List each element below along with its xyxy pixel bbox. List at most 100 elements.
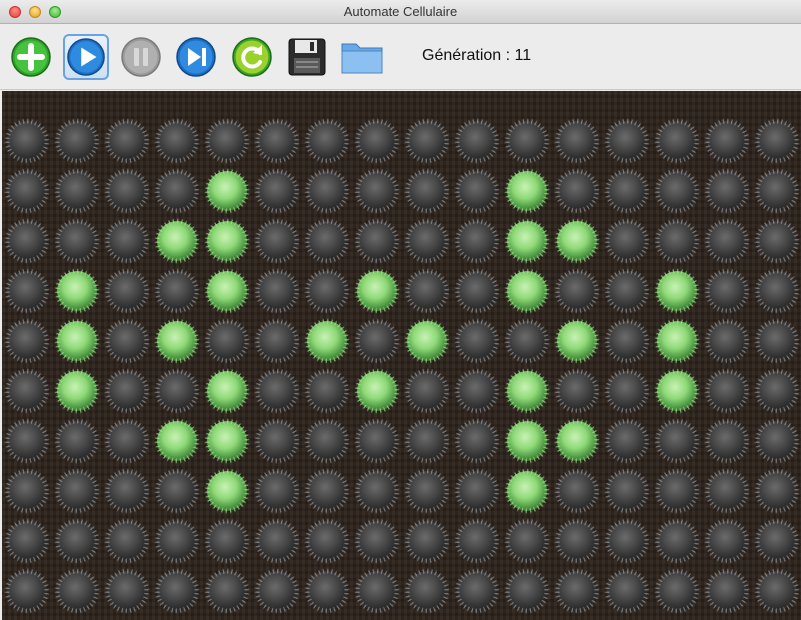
cell-dead[interactable] [7,371,47,411]
cell-dead[interactable] [407,521,447,561]
cell-dead[interactable] [607,271,647,311]
cell-dead[interactable] [557,471,597,511]
cell-dead[interactable] [107,371,147,411]
cell-dead[interactable] [557,121,597,161]
cell-alive[interactable] [507,371,547,411]
cell-dead[interactable] [757,221,797,261]
cell-alive[interactable] [657,271,697,311]
cell-dead[interactable] [607,521,647,561]
cell-dead[interactable] [707,371,747,411]
cell-dead[interactable] [307,121,347,161]
pause-button[interactable] [118,34,164,80]
cell-dead[interactable] [207,321,247,361]
cell-dead[interactable] [357,471,397,511]
cell-alive[interactable] [507,471,547,511]
cell-dead[interactable] [107,271,147,311]
cell-alive[interactable] [407,321,447,361]
cell-dead[interactable] [707,271,747,311]
cell-dead[interactable] [507,521,547,561]
cell-dead[interactable] [57,121,97,161]
cell-alive[interactable] [207,271,247,311]
cell-dead[interactable] [257,121,297,161]
cell-dead[interactable] [307,271,347,311]
cell-alive[interactable] [357,271,397,311]
cell-dead[interactable] [107,221,147,261]
cell-dead[interactable] [357,521,397,561]
cell-dead[interactable] [757,471,797,511]
cell-dead[interactable] [257,371,297,411]
step-button[interactable] [173,34,219,80]
cell-alive[interactable] [207,471,247,511]
cell-dead[interactable] [7,471,47,511]
cell-dead[interactable] [57,471,97,511]
cell-dead[interactable] [407,221,447,261]
cell-dead[interactable] [7,121,47,161]
cell-dead[interactable] [107,471,147,511]
cell-dead[interactable] [257,421,297,461]
cell-dead[interactable] [307,571,347,611]
cell-dead[interactable] [757,371,797,411]
cell-dead[interactable] [407,371,447,411]
cell-dead[interactable] [307,421,347,461]
cell-dead[interactable] [257,571,297,611]
cell-dead[interactable] [457,521,497,561]
cell-alive[interactable] [207,171,247,211]
cell-dead[interactable] [257,171,297,211]
cell-alive[interactable] [157,321,197,361]
cell-alive[interactable] [157,221,197,261]
cell-dead[interactable] [607,421,647,461]
cell-dead[interactable] [307,171,347,211]
cell-dead[interactable] [707,221,747,261]
cell-dead[interactable] [357,171,397,211]
cell-dead[interactable] [357,121,397,161]
cell-alive[interactable] [557,221,597,261]
cell-dead[interactable] [507,321,547,361]
cell-alive[interactable] [557,321,597,361]
cell-dead[interactable] [657,471,697,511]
cell-dead[interactable] [657,521,697,561]
cell-alive[interactable] [207,421,247,461]
play-button[interactable] [63,34,109,80]
cell-dead[interactable] [707,321,747,361]
cell-alive[interactable] [657,321,697,361]
cell-dead[interactable] [607,121,647,161]
cell-dead[interactable] [307,221,347,261]
cell-dead[interactable] [407,121,447,161]
cell-dead[interactable] [457,321,497,361]
cell-dead[interactable] [357,421,397,461]
cell-dead[interactable] [657,171,697,211]
cell-dead[interactable] [607,171,647,211]
add-button[interactable] [8,34,54,80]
cell-dead[interactable] [507,121,547,161]
cell-dead[interactable] [307,371,347,411]
cell-dead[interactable] [607,221,647,261]
cell-dead[interactable] [657,571,697,611]
cell-dead[interactable] [507,571,547,611]
cell-dead[interactable] [407,171,447,211]
cell-dead[interactable] [7,171,47,211]
cell-dead[interactable] [257,271,297,311]
cell-dead[interactable] [757,171,797,211]
cell-dead[interactable] [607,571,647,611]
cell-dead[interactable] [707,471,747,511]
cell-dead[interactable] [457,221,497,261]
save-button[interactable] [284,34,330,80]
cell-dead[interactable] [7,221,47,261]
cell-grid[interactable] [2,91,801,620]
cell-alive[interactable] [57,321,97,361]
cell-alive[interactable] [207,221,247,261]
open-button[interactable] [339,34,385,80]
cell-dead[interactable] [107,321,147,361]
cell-dead[interactable] [657,121,697,161]
cell-dead[interactable] [57,521,97,561]
cell-dead[interactable] [107,421,147,461]
cell-dead[interactable] [457,171,497,211]
cell-dead[interactable] [607,321,647,361]
cell-dead[interactable] [257,471,297,511]
cell-dead[interactable] [707,521,747,561]
cell-dead[interactable] [457,271,497,311]
cell-alive[interactable] [507,171,547,211]
cell-dead[interactable] [57,171,97,211]
cell-dead[interactable] [107,171,147,211]
cell-dead[interactable] [207,121,247,161]
